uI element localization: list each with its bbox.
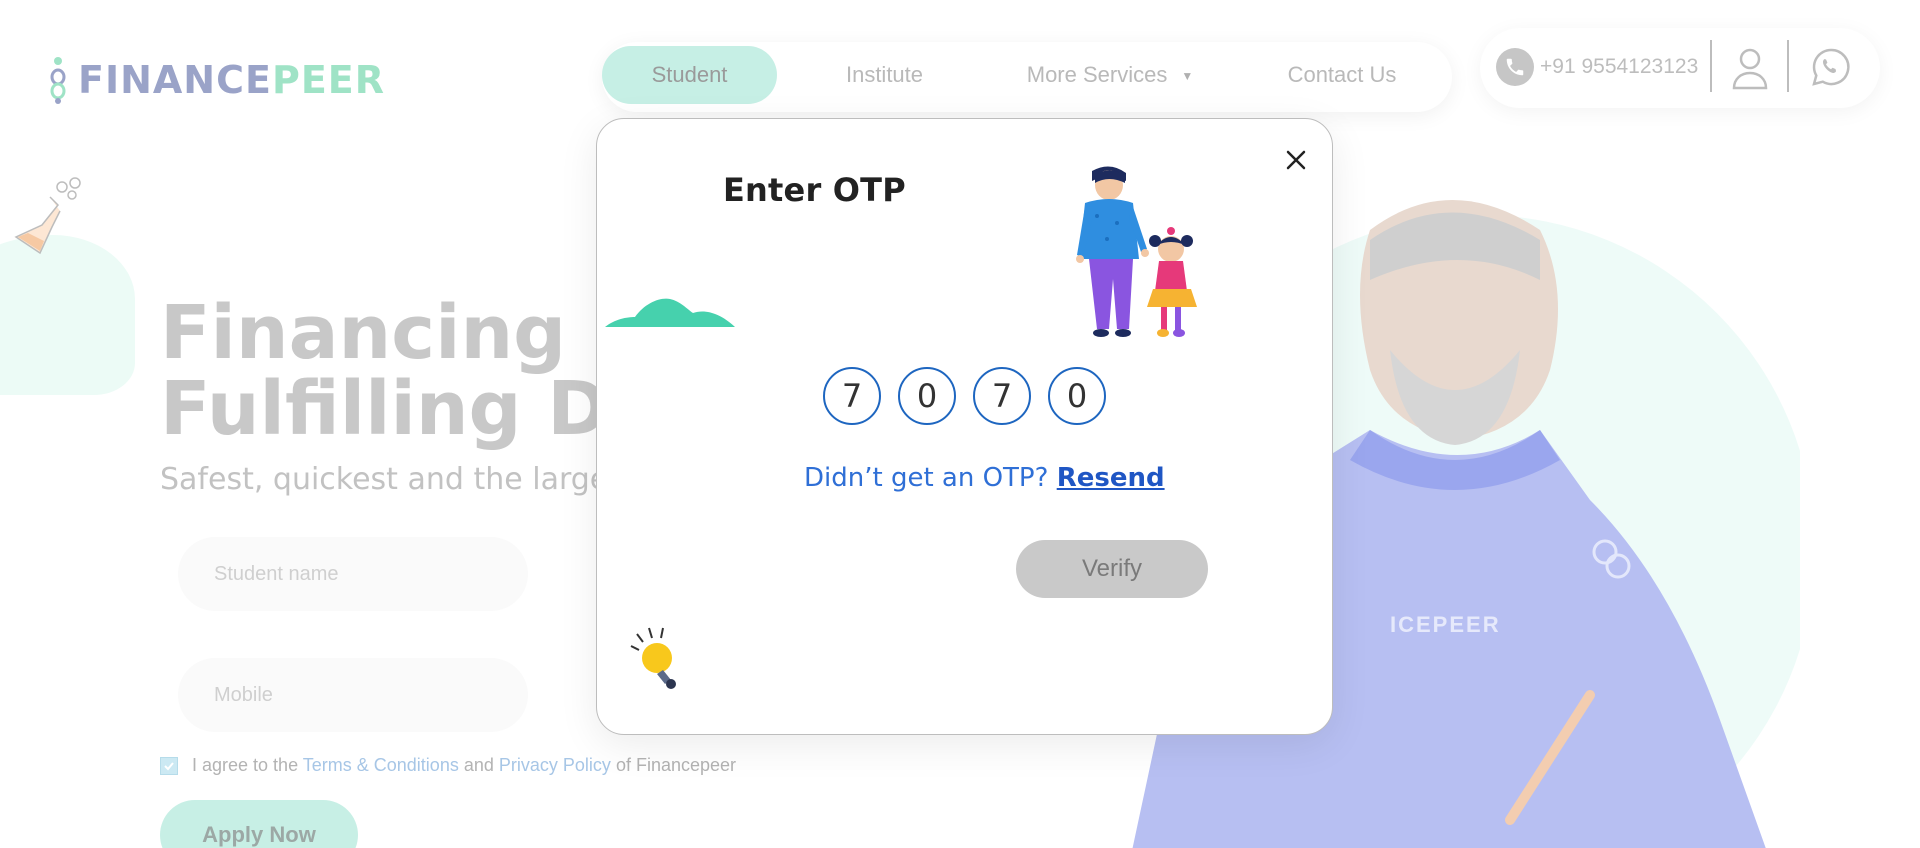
resend-line: Didn’t get an OTP? Resend (804, 463, 1165, 493)
logo-text-finance: FINANCE (78, 58, 272, 102)
otp-digit-4[interactable]: 0 (1048, 367, 1106, 425)
agree-checkbox[interactable] (160, 756, 178, 775)
checkmark-icon (164, 761, 174, 770)
logo-text-peer: PEER (271, 58, 385, 102)
otp-digit-1[interactable]: 7 (823, 367, 881, 425)
agree-prefix: I agree to the (192, 755, 299, 775)
jersey-text: ICEPEER (1390, 612, 1501, 637)
nav-item-more-services-label: More Services (1026, 62, 1168, 87)
lightbulb-illustration (630, 627, 676, 689)
family-illustration (1076, 166, 1197, 337)
divider (1787, 40, 1789, 92)
student-name-input[interactable]: Student name (178, 537, 528, 611)
main-nav: Student Institute More Services ▼ Contact… (602, 42, 1452, 112)
logo-icon (50, 57, 66, 104)
contact-bar: +91 9554123123 (1480, 28, 1880, 108)
hero-subtitle: Safest, quickest and the largest e (160, 462, 664, 497)
terms-agreement: I agree to the Terms & Conditions and Pr… (160, 755, 736, 776)
modal-title: Enter OTP (723, 171, 906, 209)
mobile-input[interactable]: Mobile (178, 658, 528, 732)
agree-suffix: of Financepeer (615, 755, 737, 775)
otp-input-group: 7 0 7 0 (823, 367, 1106, 425)
logo-text: FINANCEPEER (78, 58, 385, 102)
whatsapp-icon[interactable] (1810, 46, 1852, 88)
chevron-down-icon: ▼ (1181, 69, 1194, 84)
verify-button[interactable]: Verify (1016, 540, 1208, 598)
nav-item-contact-us[interactable]: Contact Us (1252, 46, 1432, 104)
otp-modal: Enter OTP 7 0 7 0 Didn’t get an OTP? Res… (596, 118, 1333, 735)
privacy-link[interactable]: Privacy Policy (499, 755, 611, 775)
flask-icon (14, 177, 81, 255)
resend-link[interactable]: Resend (1057, 463, 1165, 493)
close-icon[interactable] (1281, 145, 1311, 175)
agree-and: and (463, 755, 494, 775)
nav-item-institute[interactable]: Institute (812, 46, 957, 104)
resend-prompt: Didn’t get an OTP? (804, 463, 1049, 493)
nav-item-more-services[interactable]: More Services ▼ (1000, 46, 1220, 104)
phone-icon[interactable] (1496, 48, 1534, 86)
user-account-icon[interactable] (1730, 46, 1770, 90)
financepeer-logo[interactable]: FINANCEPEER (48, 55, 385, 105)
otp-digit-3[interactable]: 7 (973, 367, 1031, 425)
apply-now-button[interactable]: Apply Now (160, 800, 358, 848)
divider (1710, 40, 1712, 92)
otp-digit-2[interactable]: 0 (898, 367, 956, 425)
terms-link[interactable]: Terms & Conditions (303, 755, 459, 775)
nav-item-student[interactable]: Student (602, 46, 777, 104)
phone-number[interactable]: +91 9554123123 (1540, 55, 1698, 79)
cloud-illustration (605, 298, 735, 327)
